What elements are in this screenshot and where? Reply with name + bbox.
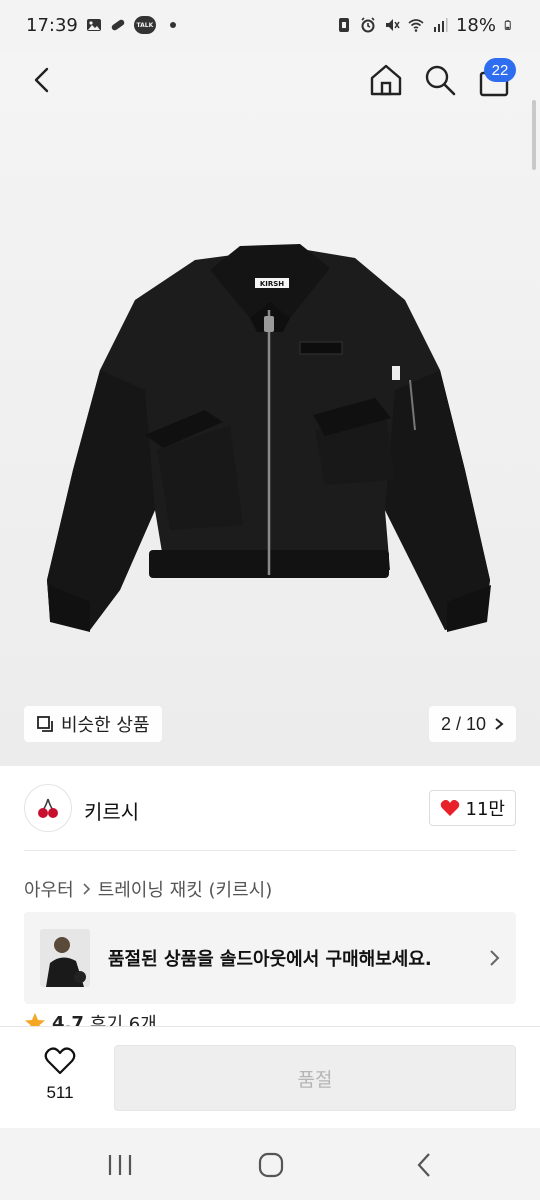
brand-row: 키르시 11만 [0, 766, 540, 850]
heart-outline-icon [44, 1047, 76, 1075]
scrollbar[interactable] [532, 100, 536, 170]
heart-filled-icon [440, 799, 459, 816]
brand-name[interactable]: 키르시 [84, 796, 139, 825]
more-notifications-dot [169, 22, 176, 28]
search-button[interactable] [420, 60, 460, 100]
similar-products-label: 비슷한 상품 [61, 715, 150, 736]
breadcrumb: 아우터 트레이닝 재킷 (키르시) [24, 876, 272, 902]
brand-tag-text: KIRSH [260, 280, 284, 288]
brand-logo[interactable] [24, 784, 72, 832]
brand-like-count: 11만 [465, 799, 505, 820]
cherry-icon [38, 798, 58, 818]
similar-products-button[interactable]: 비슷한 상품 [24, 706, 162, 742]
chevron-left-icon [34, 67, 49, 93]
breadcrumb-subcategory[interactable]: 트레이닝 재킷 (키르시) [98, 876, 273, 902]
back-chevron-icon [417, 1153, 430, 1177]
soldout-thumbnail [40, 929, 90, 987]
search-icon [425, 65, 456, 96]
battery-icon [504, 20, 511, 30]
soldout-purchase-button[interactable]: 품절 [114, 1045, 516, 1111]
chevron-right-icon [495, 718, 504, 730]
soldout-banner-text: 품절된 상품을 솔드아웃에서 구매해보세요. [108, 949, 432, 970]
home-icon [370, 64, 402, 96]
signal-icon [433, 18, 448, 32]
home-system-button[interactable] [251, 1150, 291, 1180]
wishlist-count: 511 [46, 1083, 74, 1102]
recent-apps-icon [108, 1155, 132, 1175]
alarm-icon [361, 17, 375, 33]
chevron-right-icon [490, 950, 500, 966]
wifi-icon [408, 19, 424, 32]
image-page-indicator[interactable]: 2 / 10 [428, 706, 516, 742]
divider [24, 850, 516, 851]
brand-like-button[interactable]: 11만 [428, 790, 516, 826]
pill-icon [111, 19, 125, 31]
status-time: 17:39 [26, 14, 78, 36]
top-navigation: 22 [0, 50, 540, 112]
recent-apps-button[interactable] [100, 1150, 140, 1180]
home-button[interactable] [366, 60, 406, 100]
copy-icon [37, 716, 53, 732]
product-gallery[interactable]: 22 KIRSH 비슷한 상품 2 / 10 [0, 50, 540, 766]
soldout-banner[interactable]: 품절된 상품을 솔드아웃에서 구매해보세요. [24, 912, 516, 1004]
back-system-button[interactable] [404, 1150, 444, 1180]
battery-percent: 18% [455, 14, 496, 36]
cart-count-badge: 22 [484, 58, 516, 82]
purchase-bar: 511 품절 [0, 1026, 540, 1128]
person-thumbnail-image [40, 929, 90, 987]
nfc-icon [338, 18, 349, 32]
gallery-icon [86, 19, 101, 31]
back-button[interactable] [22, 60, 62, 100]
status-bar: 17:39 TALK 18% [0, 0, 540, 50]
talk-icon: TALK [133, 16, 156, 34]
system-navigation-bar [0, 1128, 540, 1200]
mute-icon [385, 19, 400, 31]
page-indicator-text: 2 / 10 [440, 713, 486, 734]
home-circle-icon [258, 1152, 284, 1178]
chevron-right-icon [83, 883, 90, 895]
breadcrumb-category[interactable]: 아우터 [24, 876, 74, 902]
product-image-jacket: KIRSH [47, 244, 491, 632]
wishlist-button[interactable]: 511 [40, 1047, 80, 1103]
